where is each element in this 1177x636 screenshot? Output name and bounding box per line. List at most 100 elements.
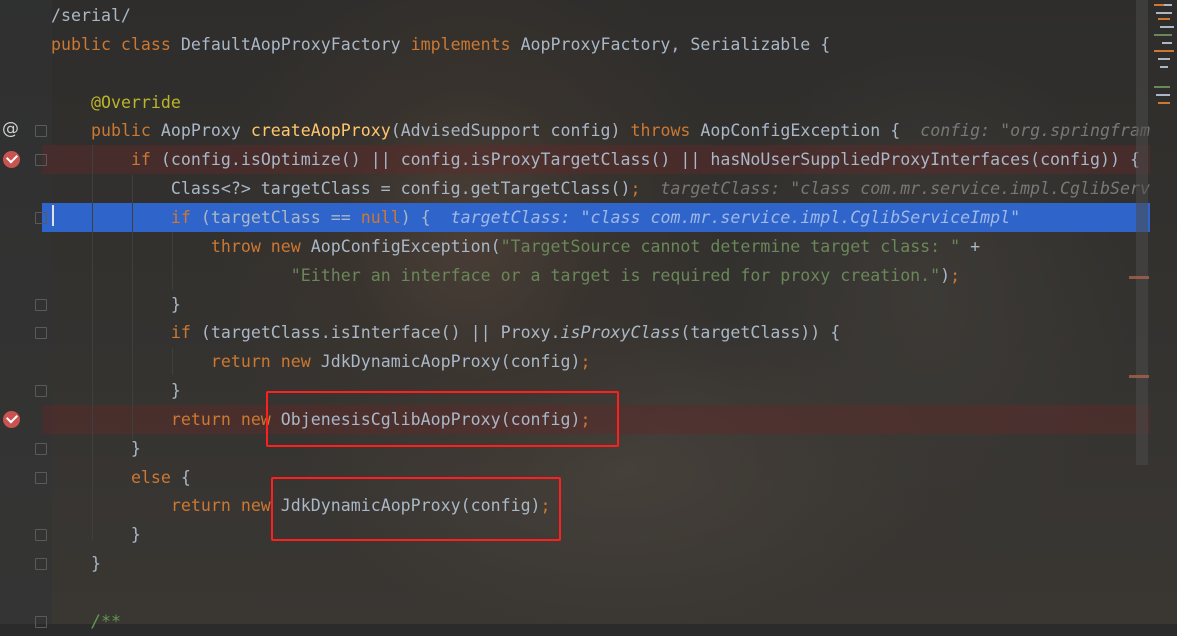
fold-marker-icon[interactable] <box>35 529 47 542</box>
indent-guide <box>92 145 93 540</box>
code-token: createAopProxy <box>250 121 391 141</box>
code-token: ; <box>630 179 641 199</box>
fold-marker-icon[interactable] <box>35 211 47 224</box>
code-token: /serial/ <box>51 6 131 25</box>
vertical-scrollbar-thumb[interactable] <box>1136 0 1148 465</box>
scrollbar-marker <box>1129 375 1149 378</box>
code-token: (targetClass == <box>200 207 361 227</box>
code-token: isProxyClass <box>560 323 681 343</box>
fold-marker-icon[interactable] <box>35 385 47 398</box>
code-token: + <box>970 236 981 256</box>
code-line[interactable]: if (targetClass.isInterface() || Proxy.i… <box>51 318 840 347</box>
highlight-box-cglib-proxy <box>266 391 619 447</box>
code-token: throws <box>630 121 701 141</box>
indent-guide <box>172 232 173 290</box>
code-token: ; <box>950 265 961 285</box>
code-line[interactable]: public class DefaultAopProxyFactory impl… <box>51 30 830 59</box>
code-token: ; <box>580 352 591 372</box>
code-line[interactable]: else { <box>51 463 191 492</box>
code-token: ) { <box>400 207 451 227</box>
code-token: } <box>51 438 141 458</box>
code-line[interactable]: } <box>51 549 101 578</box>
indent-guide <box>132 175 133 440</box>
code-token: if <box>130 150 161 170</box>
fold-marker-icon[interactable] <box>35 125 47 138</box>
code-token: else <box>130 467 181 487</box>
code-token: return new <box>170 409 281 429</box>
code-token: } <box>51 294 181 314</box>
fold-marker-icon[interactable] <box>35 442 47 455</box>
code-token: (targetClass.isInterface() || Proxy. <box>200 323 561 343</box>
code-line[interactable]: } <box>51 520 141 549</box>
debug-inline-value: config: "org.springfram <box>920 121 1150 141</box>
code-token: throw new <box>210 236 311 256</box>
fold-marker-icon[interactable] <box>35 298 47 311</box>
code-token: Class<?> targetClass = config.getTargetC… <box>51 179 631 199</box>
code-line[interactable]: @Override <box>51 88 181 117</box>
code-line[interactable]: } <box>51 434 141 463</box>
code-token: ) <box>940 265 951 285</box>
debug-inline-value: targetClass: "class com.mr.service.impl.… <box>660 179 1150 199</box>
code-token: public <box>90 121 161 141</box>
code-line[interactable]: Class<?> targetClass = config.getTargetC… <box>51 174 1150 203</box>
code-token: { <box>180 467 191 487</box>
code-token: "TargetSource cannot determine target cl… <box>500 236 971 256</box>
scrollbar-marker <box>1129 276 1149 279</box>
code-line[interactable]: /** <box>51 607 121 636</box>
code-token: (AdvisedSupport config) <box>390 121 631 141</box>
code-token: AopProxyFactory, Serializable { <box>520 34 831 54</box>
code-token: DefaultAopProxyFactory <box>180 34 411 54</box>
debug-inline-value: targetClass: "class com.mr.service.impl.… <box>450 207 1021 227</box>
fold-marker-icon[interactable] <box>35 327 47 340</box>
code-token: implements <box>410 34 521 54</box>
highlight-box-jdk-proxy <box>271 477 561 541</box>
at-sign-icon[interactable]: @ <box>2 121 19 138</box>
code-line[interactable]: if (config.isOptimize() || config.isProx… <box>51 145 1140 174</box>
code-token: if <box>170 323 201 343</box>
code-token: if <box>170 207 201 227</box>
code-token: AopProxy <box>160 121 251 141</box>
code-token: } <box>51 554 101 574</box>
code-line[interactable]: if (targetClass == null) { targetClass: … <box>51 203 1020 232</box>
breakpoint-verified-icon[interactable] <box>3 410 20 428</box>
code-token: } <box>51 525 141 545</box>
code-minimap[interactable] <box>1150 0 1177 120</box>
code-token: JdkDynamicAopProxy(config) <box>320 352 581 372</box>
indent-guide <box>172 348 173 375</box>
fold-marker-icon[interactable] <box>35 471 47 484</box>
code-token: AopConfigException( <box>310 236 501 256</box>
code-token: return new <box>170 496 281 516</box>
code-token: null <box>360 207 401 227</box>
code-token: } <box>51 381 181 401</box>
code-line[interactable]: /serial/ <box>51 1 131 30</box>
code-token: (config.isOptimize() || config.isProxyTa… <box>160 150 1140 170</box>
code-line[interactable]: "Either an interface or a target is requ… <box>51 261 960 290</box>
fold-marker-icon[interactable] <box>35 154 47 167</box>
fold-marker-icon[interactable] <box>35 558 47 571</box>
code-token: (targetClass)) { <box>680 323 841 343</box>
code-line[interactable]: } <box>51 376 181 405</box>
code-token: return new <box>210 352 321 372</box>
text-caret <box>52 205 54 226</box>
code-token: public class <box>51 34 181 54</box>
code-token: /** <box>90 611 121 631</box>
code-line[interactable]: public AopProxy createAopProxy(AdvisedSu… <box>51 116 1150 145</box>
code-line[interactable]: throw new AopConfigException("TargetSour… <box>51 232 980 261</box>
code-token: "Either an interface or a target is requ… <box>290 265 941 285</box>
code-token: AopConfigException { <box>700 121 921 141</box>
fold-marker-icon[interactable] <box>35 615 47 628</box>
code-line[interactable]: } <box>51 290 181 319</box>
